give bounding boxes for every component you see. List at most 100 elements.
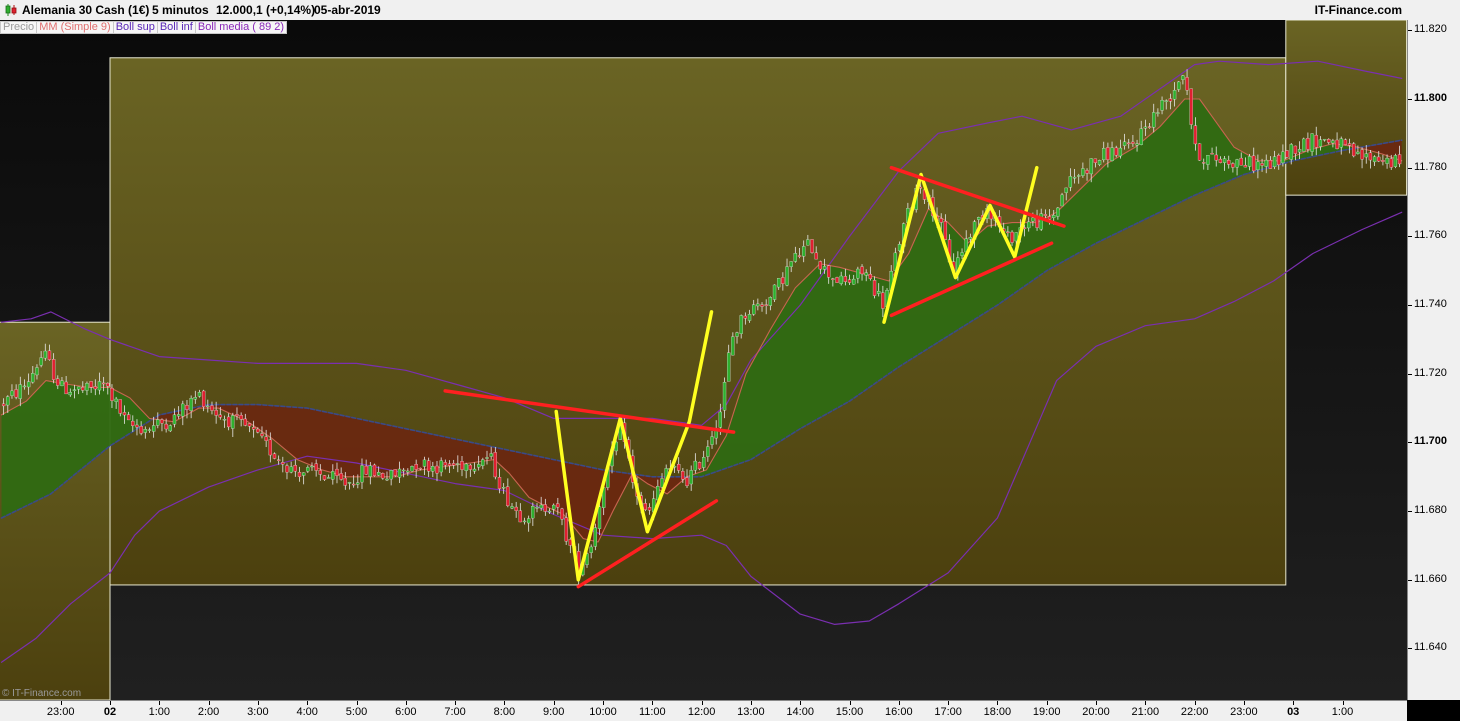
bull-candle xyxy=(977,217,981,220)
bear-candle xyxy=(1043,214,1048,216)
bear-candle xyxy=(764,304,768,306)
bull-candle xyxy=(727,352,731,382)
bear-candle xyxy=(1202,162,1206,164)
price-chart[interactable] xyxy=(0,20,1407,700)
bull-candle xyxy=(306,467,310,472)
bear-candle xyxy=(560,508,564,520)
bull-candle xyxy=(422,459,427,467)
session-highlight-box xyxy=(109,57,1287,586)
bear-candle xyxy=(285,465,289,473)
bear-candle xyxy=(281,462,285,465)
x-tick-label: 13:00 xyxy=(737,706,765,718)
bull-candle xyxy=(1172,90,1177,100)
bear-candle xyxy=(89,381,93,388)
bear-candle xyxy=(381,473,385,479)
bull-candle xyxy=(456,463,460,465)
bull-candle xyxy=(1077,175,1081,177)
bull-candle xyxy=(1156,112,1160,114)
bear-candle xyxy=(760,304,764,307)
last-price: 12.000,1 (+0,14%) xyxy=(216,3,316,17)
y-tick-mark xyxy=(1408,236,1412,238)
bear-candle xyxy=(506,486,510,506)
bear-candle xyxy=(339,473,343,480)
bull-candle xyxy=(1356,151,1360,154)
bear-candle xyxy=(135,424,139,428)
x-tick-mark xyxy=(997,701,999,705)
bull-candle xyxy=(1364,153,1368,158)
bull-candle xyxy=(968,237,973,240)
time-axis[interactable]: 23:00 02 1:00 2:00 3:00 4:00 5:00 6:00 7:00 8:00 9… xyxy=(0,700,1407,721)
bear-candle xyxy=(201,390,206,407)
bull-candle xyxy=(702,457,706,468)
legend-boll-inf[interactable]: Boll inf xyxy=(157,21,196,34)
bull-candle xyxy=(1081,168,1085,176)
y-tick-mark xyxy=(1408,98,1412,100)
bull-candle xyxy=(960,252,964,256)
x-tick-mark xyxy=(257,701,259,705)
x-tick-mark xyxy=(208,701,210,705)
x-tick-label: 23:00 xyxy=(46,706,75,718)
bull-candle xyxy=(510,506,514,509)
bull-candle xyxy=(60,380,64,387)
bull-candle xyxy=(1264,159,1268,167)
bear-candle xyxy=(868,273,873,279)
bear-candle xyxy=(1260,163,1264,166)
bull-candle xyxy=(1247,156,1252,167)
bull-candle xyxy=(802,246,806,257)
x-tick-mark xyxy=(1194,701,1196,705)
bear-candle xyxy=(272,453,277,459)
bull-candle xyxy=(527,518,531,524)
bull-candle xyxy=(1256,161,1260,171)
bear-candle xyxy=(1377,156,1381,162)
legend-price[interactable]: Precio xyxy=(0,21,38,34)
bull-candle xyxy=(43,350,47,359)
x-tick-mark xyxy=(750,701,752,705)
bear-candle xyxy=(447,463,452,466)
bull-candle xyxy=(1177,81,1181,90)
bear-candle xyxy=(1035,217,1039,228)
price-axis[interactable]: 11.820 11.800 11.780 11.760 11.740 11.720 11.7… xyxy=(1407,20,1460,700)
bear-candle xyxy=(122,412,127,416)
bull-candle xyxy=(547,510,552,513)
x-tick-label: 1:00 xyxy=(148,706,171,718)
bear-candle xyxy=(214,409,218,416)
bear-candle xyxy=(64,381,68,395)
bear-candle xyxy=(139,426,143,434)
bear-candle xyxy=(452,463,456,466)
bull-candle xyxy=(1056,207,1060,217)
bull-candle xyxy=(777,278,781,288)
bear-candle xyxy=(126,414,131,421)
bull-candle xyxy=(693,460,697,471)
legend-boll-media[interactable]: Boll media ( 89 2) xyxy=(195,21,288,34)
y-tick-mark xyxy=(1408,511,1412,513)
bull-candle xyxy=(789,261,793,267)
bear-candle xyxy=(781,277,785,284)
x-tick-label: 15:00 xyxy=(835,706,864,718)
bear-candle xyxy=(1343,139,1348,145)
bear-candle xyxy=(276,459,281,461)
bull-candle xyxy=(856,268,860,279)
bear-candle xyxy=(677,464,681,471)
bear-candle xyxy=(564,517,568,542)
bear-candle xyxy=(364,465,368,475)
bear-candle xyxy=(1347,143,1352,146)
bear-candle xyxy=(1285,150,1289,158)
bull-candle xyxy=(710,436,714,445)
watermark: © IT-Finance.com xyxy=(2,688,82,699)
bear-candle xyxy=(1,403,6,407)
bull-candle xyxy=(6,396,10,406)
session-highlight-box xyxy=(1285,20,1407,196)
bear-candle xyxy=(47,350,52,360)
x-tick-mark xyxy=(1046,701,1048,705)
instrument-title: Alemania 30 Cash (1€) xyxy=(22,3,150,17)
timeframe-label[interactable]: 5 minutos xyxy=(152,3,209,17)
legend-boll-sup[interactable]: Boll sup xyxy=(113,21,158,34)
x-tick-label: 14:00 xyxy=(786,706,814,718)
bull-candle xyxy=(806,239,810,246)
legend-moving-average[interactable]: MM (Simple 9) xyxy=(37,21,114,34)
y-tick-label: 11.820 xyxy=(1414,23,1447,36)
bear-candle xyxy=(460,461,464,470)
bull-candle xyxy=(1027,221,1031,229)
bull-candle xyxy=(1318,139,1323,147)
bull-candle xyxy=(181,403,185,417)
